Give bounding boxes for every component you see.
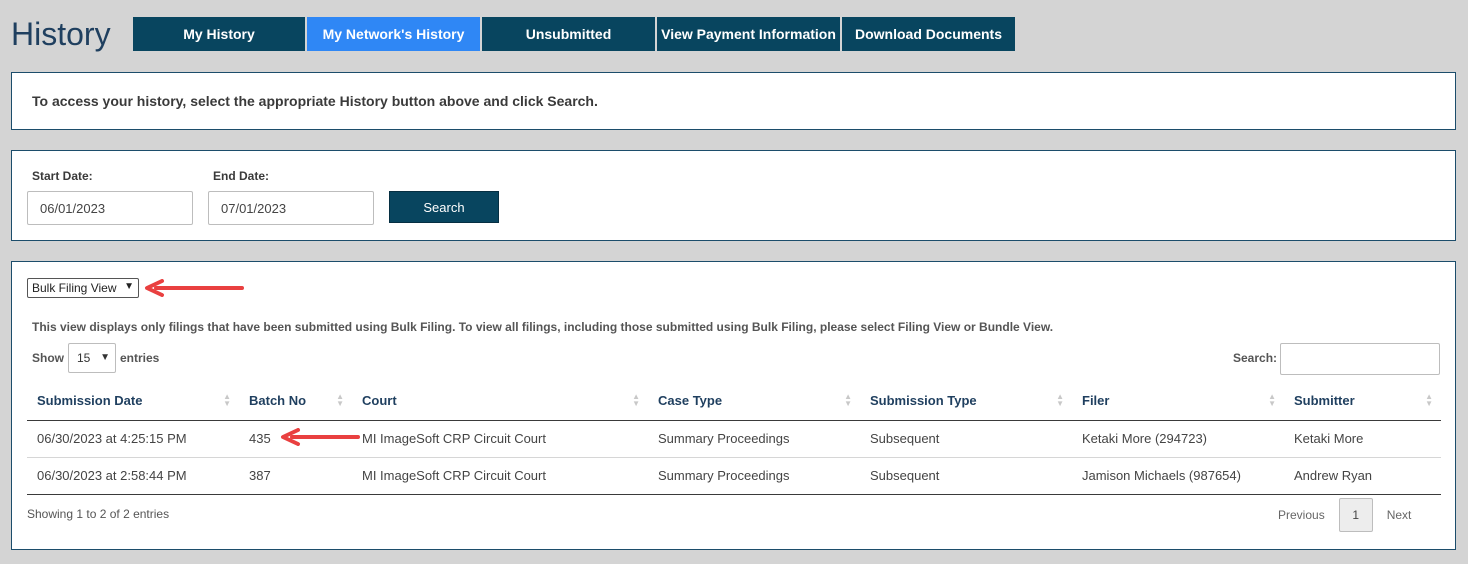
- start-date-input[interactable]: [27, 191, 193, 225]
- show-label: Show: [32, 351, 64, 365]
- entries-label: entries: [120, 351, 160, 365]
- annotation-arrow-icon: [281, 428, 360, 446]
- column-header-batch-no[interactable]: Batch No ▲ ▼: [239, 381, 352, 421]
- info-panel: To access your history, select the appro…: [11, 72, 1456, 130]
- results-table: Submission Date ▲ ▼ Batch No ▲ ▼ Court ▲ ▼ Cas…: [27, 381, 1441, 495]
- cell-batch-no[interactable]: 387: [239, 457, 352, 495]
- cell-submission-type: Subsequent: [860, 420, 1072, 458]
- end-date-label: End Date:: [213, 169, 270, 183]
- table-search-label: Search:: [1233, 351, 1278, 365]
- column-header-submission-date[interactable]: Submission Date ▲ ▼: [27, 381, 239, 421]
- previous-page-button[interactable]: Previous: [1264, 508, 1339, 522]
- cell-submission-date: 06/30/2023 at 4:25:15 PM: [27, 420, 239, 458]
- chevron-down-icon: ▼: [124, 281, 134, 292]
- column-header-submission-type[interactable]: Submission Type ▲ ▼: [860, 381, 1072, 421]
- page-title: History: [11, 16, 111, 52]
- table-row[interactable]: 06/30/2023 at 4:25:15 PM 435 MI ImageSof…: [27, 420, 1441, 458]
- annotation-arrow-icon: [145, 279, 244, 297]
- search-panel: Start Date: End Date: Search: [11, 150, 1456, 241]
- sort-icon: ▲ ▼: [632, 392, 640, 408]
- cell-filer: Jamison Michaels (987654): [1072, 457, 1284, 495]
- start-date-label: Start Date:: [32, 169, 93, 183]
- history-tabs: My History My Network's History Unsubmit…: [133, 17, 1017, 51]
- search-button[interactable]: Search: [389, 191, 499, 223]
- sort-icon: ▲ ▼: [1425, 392, 1433, 408]
- tab-my-networks-history[interactable]: My Network's History: [307, 17, 480, 51]
- page-length-select[interactable]: 15 ▼: [68, 343, 116, 373]
- chevron-down-icon: ▼: [100, 352, 110, 363]
- next-page-button[interactable]: Next: [1373, 508, 1426, 522]
- view-description: This view displays only filings that hav…: [32, 320, 1054, 334]
- cell-court: MI ImageSoft CRP Circuit Court: [352, 420, 648, 458]
- pagination: Previous 1 Next: [1264, 498, 1425, 532]
- page-length-value: 15: [77, 351, 91, 365]
- tab-view-payment-information[interactable]: View Payment Information: [657, 17, 840, 51]
- view-select[interactable]: Bulk Filing View ▼: [27, 278, 139, 298]
- table-search-input[interactable]: [1280, 343, 1440, 375]
- view-select-value: Bulk Filing View: [32, 281, 117, 295]
- cell-submitter: Andrew Ryan: [1284, 457, 1441, 495]
- page-1-button[interactable]: 1: [1338, 498, 1373, 532]
- cell-court: MI ImageSoft CRP Circuit Court: [352, 457, 648, 495]
- tab-download-documents[interactable]: Download Documents: [842, 17, 1015, 51]
- cell-case-type: Summary Proceedings: [648, 457, 860, 495]
- tab-unsubmitted[interactable]: Unsubmitted: [482, 17, 655, 51]
- column-header-filer[interactable]: Filer ▲ ▼: [1072, 381, 1284, 421]
- tab-my-history[interactable]: My History: [133, 17, 305, 51]
- table-info: Showing 1 to 2 of 2 entries: [27, 507, 170, 521]
- sort-icon: ▲ ▼: [1056, 392, 1064, 408]
- cell-submitter: Ketaki More: [1284, 420, 1441, 458]
- cell-submission-type: Subsequent: [860, 457, 1072, 495]
- results-panel: Bulk Filing View ▼ This view displays on…: [11, 261, 1456, 550]
- info-message: To access your history, select the appro…: [32, 93, 598, 109]
- sort-icon: ▲ ▼: [336, 392, 344, 408]
- cell-filer: Ketaki More (294723): [1072, 420, 1284, 458]
- table-row[interactable]: 06/30/2023 at 2:58:44 PM 387 MI ImageSof…: [27, 457, 1441, 495]
- table-header-row: Submission Date ▲ ▼ Batch No ▲ ▼ Court ▲ ▼ Cas…: [27, 381, 1441, 421]
- column-header-case-type[interactable]: Case Type ▲ ▼: [648, 381, 860, 421]
- end-date-input[interactable]: [208, 191, 374, 225]
- page-length-control: Show 15 ▼ entries: [32, 343, 159, 373]
- cell-case-type: Summary Proceedings: [648, 420, 860, 458]
- sort-icon: ▲ ▼: [844, 392, 852, 408]
- column-header-submitter[interactable]: Submitter ▲ ▼: [1284, 381, 1441, 421]
- sort-icon: ▲ ▼: [223, 392, 231, 408]
- cell-submission-date: 06/30/2023 at 2:58:44 PM: [27, 457, 239, 495]
- column-header-court[interactable]: Court ▲ ▼: [352, 381, 648, 421]
- sort-icon: ▲ ▼: [1268, 392, 1276, 408]
